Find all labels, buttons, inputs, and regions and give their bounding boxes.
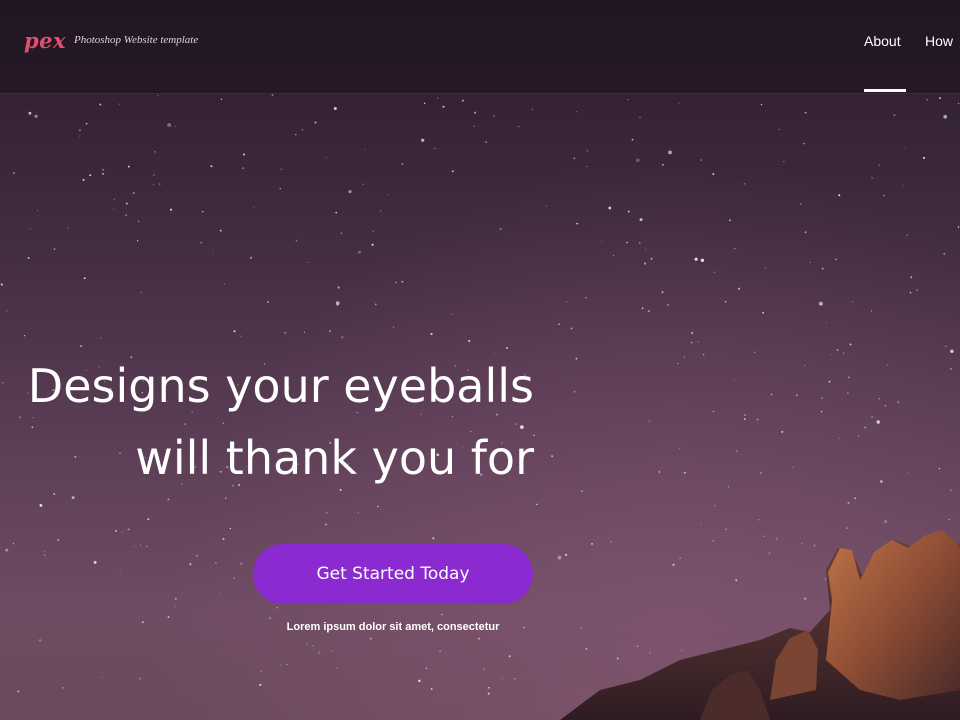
- headline-line-2: will thank you for: [135, 431, 534, 485]
- nav-item-how[interactable]: How: [925, 33, 953, 49]
- logo-tagline: Photoshop Website template: [74, 34, 199, 46]
- logo[interactable]: pex: [24, 28, 66, 53]
- hero-subtext: Lorem ipsum dolor sit amet, consectetur: [286, 621, 500, 633]
- get-started-button[interactable]: Get Started Today: [253, 544, 533, 604]
- headline-line-1: Designs your eyeballs: [27, 359, 534, 413]
- nav-item-about[interactable]: About: [864, 33, 901, 49]
- hero-headline: Designs your eyeballs will thank you for: [28, 350, 534, 494]
- site-header: pex Photoshop Website template About How: [0, 0, 960, 94]
- active-nav-indicator: [864, 89, 906, 92]
